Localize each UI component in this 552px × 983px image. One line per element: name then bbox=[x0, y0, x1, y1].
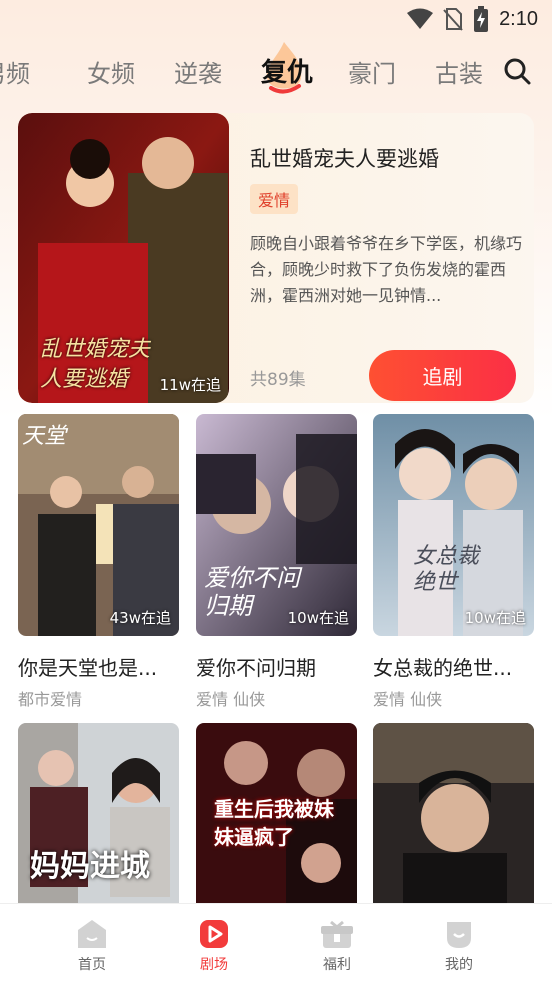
tab-revenge[interactable]: 复仇 bbox=[261, 52, 313, 89]
no-sim-icon bbox=[443, 8, 463, 31]
battery-charging-icon bbox=[474, 6, 489, 32]
featured-title[interactable]: 乱世婚宠夫人要逃婚 bbox=[250, 143, 439, 173]
clock: 2:10 bbox=[499, 7, 538, 30]
category-tabs: 男频 女频 逆袭 复仇 豪门 古装 bbox=[0, 40, 552, 110]
featured-poster[interactable]: 乱世婚宠夫人要逃婚 11w在追 bbox=[18, 113, 229, 403]
watch-count: 10w在追 bbox=[287, 609, 349, 627]
nav-benefits[interactable]: 福利 bbox=[297, 904, 377, 983]
wifi-icon bbox=[407, 8, 434, 29]
bottom-navigation: 首页 剧场 福利 我的 bbox=[0, 903, 552, 983]
profile-icon bbox=[447, 922, 471, 948]
drama-title[interactable]: 女总裁的绝世... bbox=[373, 652, 548, 681]
poster-image bbox=[373, 414, 534, 636]
theater-play-icon bbox=[200, 920, 228, 948]
nav-label: 福利 bbox=[323, 957, 351, 973]
nav-label: 我的 bbox=[445, 957, 473, 973]
poster-title-text: 女总裁绝世 bbox=[413, 544, 480, 595]
featured-watch-count: 11w在追 bbox=[159, 376, 221, 394]
featured-description: 顾晚自小跟着爷爷在乡下学医，机缘巧合，顾晚少时救下了负伤发烧的霍西洲，霍西洲对她… bbox=[250, 234, 522, 305]
nav-label: 首页 bbox=[78, 957, 106, 973]
status-bar: 2:10 bbox=[0, 0, 552, 40]
poster-title-text: 天堂 bbox=[22, 424, 67, 449]
watch-count: 10w在追 bbox=[464, 609, 526, 627]
episode-count: 共89集 bbox=[250, 370, 306, 390]
tab-costume[interactable]: 古装 bbox=[435, 54, 483, 89]
poster-title-text: 重生后我被妹妹逼疯了 bbox=[214, 797, 334, 849]
drama-poster[interactable]: 天堂 43w在追 bbox=[18, 414, 179, 636]
nav-profile[interactable]: 我的 bbox=[419, 904, 499, 983]
follow-drama-button[interactable]: 追剧 bbox=[369, 350, 516, 401]
drama-tags: 爱情 仙侠 bbox=[373, 690, 443, 709]
tab-wealthy-family[interactable]: 豪门 bbox=[348, 54, 396, 89]
tab-male[interactable]: 男频 bbox=[0, 54, 30, 89]
poster-title-text: 乱世婚宠夫人要逃婚 bbox=[40, 337, 151, 392]
tab-female[interactable]: 女频 bbox=[87, 54, 135, 89]
nav-theater[interactable]: 剧场 bbox=[174, 904, 254, 983]
poster-title-text: 妈妈进城 bbox=[30, 849, 150, 884]
tab-counterattack[interactable]: 逆袭 bbox=[174, 54, 222, 89]
nav-home[interactable]: 首页 bbox=[52, 904, 132, 983]
drama-poster[interactable]: 爱你不问归期 10w在追 bbox=[196, 414, 357, 636]
drama-tags: 爱情 仙侠 bbox=[196, 690, 266, 709]
featured-drama-card[interactable]: 乱世婚宠夫人要逃婚 11w在追 乱世婚宠夫人要逃婚 爱情 顾晚自小跟着爷爷在乡下… bbox=[18, 113, 534, 403]
watch-count: 43w在追 bbox=[109, 609, 171, 627]
drama-title[interactable]: 你是天堂也是... bbox=[18, 652, 193, 681]
gift-icon bbox=[321, 920, 353, 948]
genre-tag: 爱情 bbox=[250, 184, 299, 214]
drama-title[interactable]: 爱你不问归期 bbox=[196, 652, 371, 681]
drama-poster[interactable]: 女总裁绝世 10w在追 bbox=[373, 414, 534, 636]
drama-tags: 都市爱情 bbox=[18, 690, 83, 709]
nav-label: 剧场 bbox=[200, 957, 228, 973]
search-icon[interactable] bbox=[502, 56, 532, 86]
home-icon bbox=[78, 920, 106, 948]
